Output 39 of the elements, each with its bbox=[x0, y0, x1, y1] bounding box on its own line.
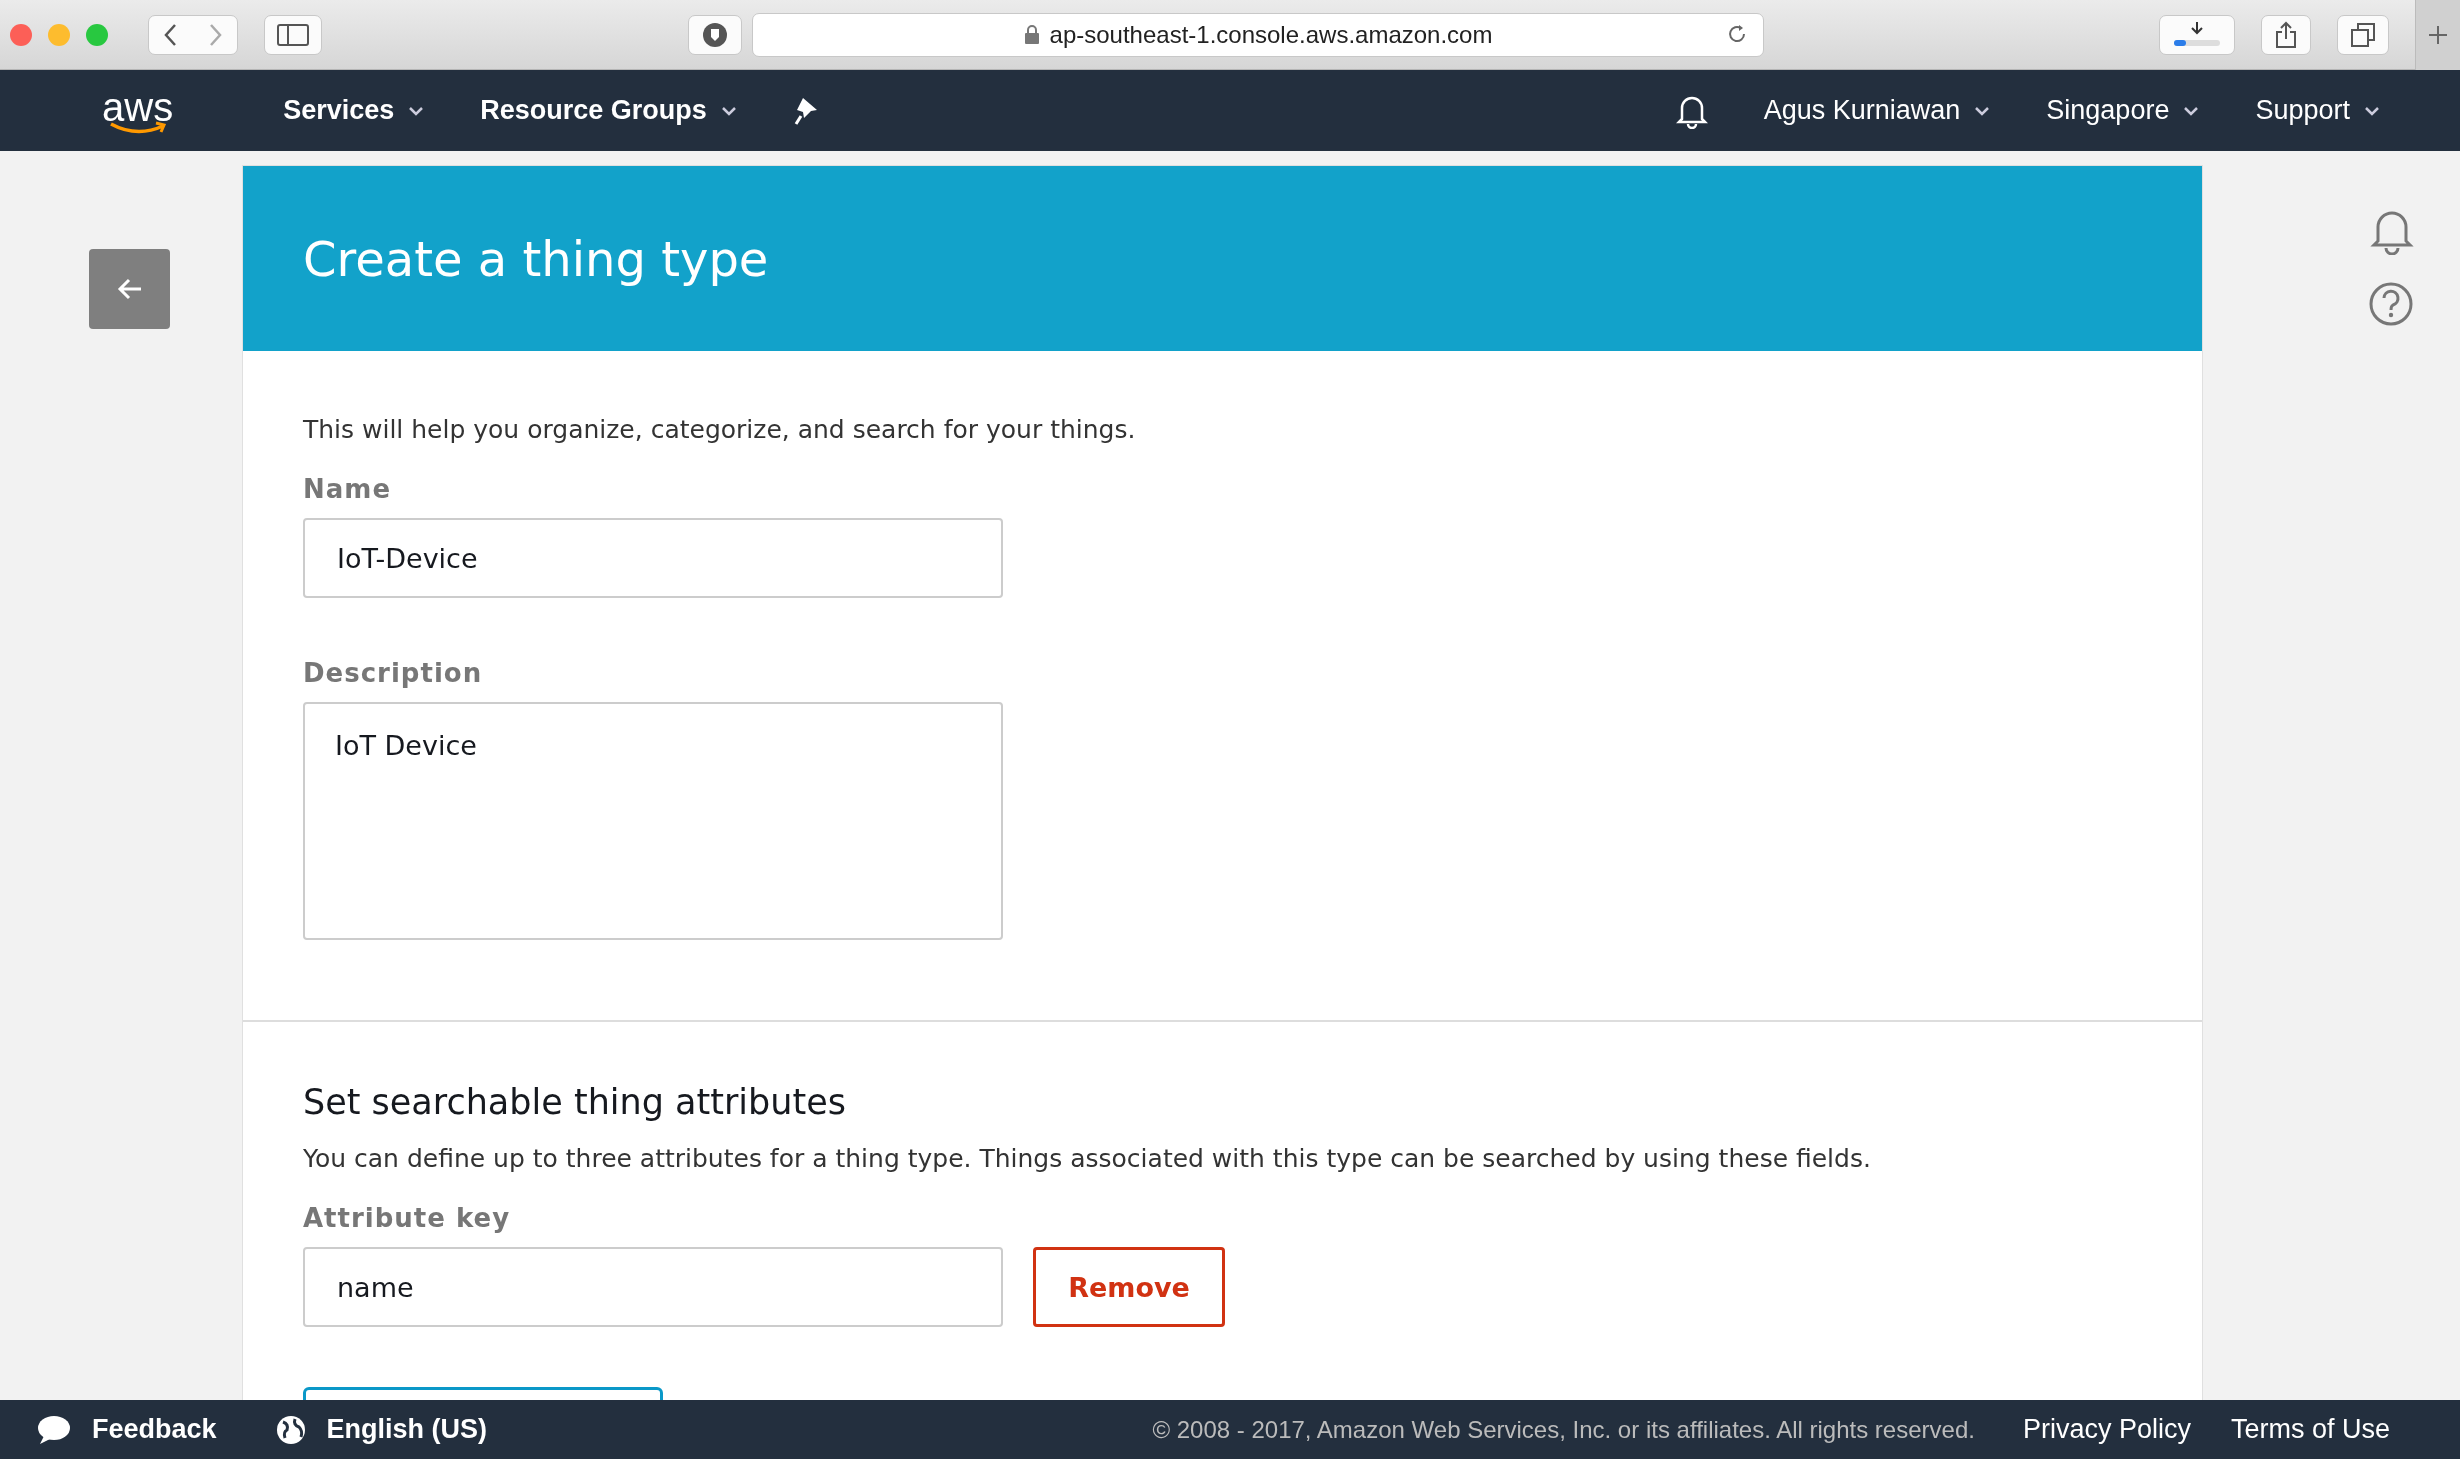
tabs-icon[interactable] bbox=[2350, 21, 2376, 48]
sidebar-icon[interactable] bbox=[277, 23, 309, 46]
url-text: ap-southeast-1.console.aws.amazon.com bbox=[1049, 20, 1493, 49]
copyright-text: © 2008 - 2017, Amazon Web Services, Inc. or its affiliates. All rights reserved. bbox=[1152, 1415, 1975, 1444]
address-bar[interactable]: ap-southeast-1.console.aws.amazon.com bbox=[752, 12, 1764, 57]
aws-logo[interactable]: aws bbox=[102, 86, 174, 135]
remove-button[interactable]: Remove bbox=[1033, 1247, 1225, 1327]
nav-menu[interactable]: Services bbox=[283, 95, 425, 126]
thing-name-input[interactable]: IoT-Device bbox=[303, 518, 1003, 598]
lock-icon bbox=[1023, 24, 1040, 45]
share-icon[interactable] bbox=[2274, 20, 2298, 49]
field-label: Description bbox=[303, 658, 484, 688]
speech-bubble-icon bbox=[36, 1413, 72, 1446]
description-textarea[interactable]: IoT Device bbox=[303, 702, 1003, 940]
caret-icon bbox=[1974, 105, 1991, 116]
section-description: You can define up to three attributes for a thing type. Things associated with this type can be searched by using these fields. bbox=[303, 1144, 1872, 1173]
left-arrow-icon bbox=[115, 277, 144, 301]
nav-menu[interactable]: Resource Groups bbox=[480, 95, 737, 126]
footer-link[interactable]: Privacy Policy bbox=[2022, 1414, 2191, 1445]
caret-icon bbox=[2364, 105, 2380, 116]
footer-link[interactable]: Terms of Use bbox=[2230, 1414, 2390, 1445]
caret-icon bbox=[2183, 105, 2200, 116]
section-heading: Set searchable thing attributes bbox=[303, 1082, 847, 1122]
globe-icon bbox=[274, 1413, 307, 1446]
field-label: Name bbox=[303, 474, 393, 504]
shield-icon[interactable] bbox=[701, 20, 729, 49]
nav-menu[interactable]: Support bbox=[2255, 95, 2380, 126]
intro-text: This will help you organize, categorize, and search for your things. bbox=[303, 415, 1137, 444]
nav-menu[interactable]: Agus Kurniawan bbox=[1763, 95, 1991, 126]
feedback-link[interactable]: Feedback bbox=[92, 1414, 217, 1445]
page-title: Create a thing type bbox=[303, 230, 769, 287]
caret-icon bbox=[720, 105, 737, 116]
help-icon[interactable] bbox=[2368, 281, 2414, 327]
language-selector[interactable]: English (US) bbox=[326, 1414, 488, 1445]
nav-menu[interactable]: Singapore bbox=[2046, 95, 2200, 126]
caret-icon bbox=[408, 105, 425, 116]
new-tab-icon[interactable] bbox=[2427, 23, 2449, 46]
attribute-key-input[interactable]: name bbox=[303, 1247, 1003, 1327]
field-label: Attribute key bbox=[303, 1203, 512, 1233]
